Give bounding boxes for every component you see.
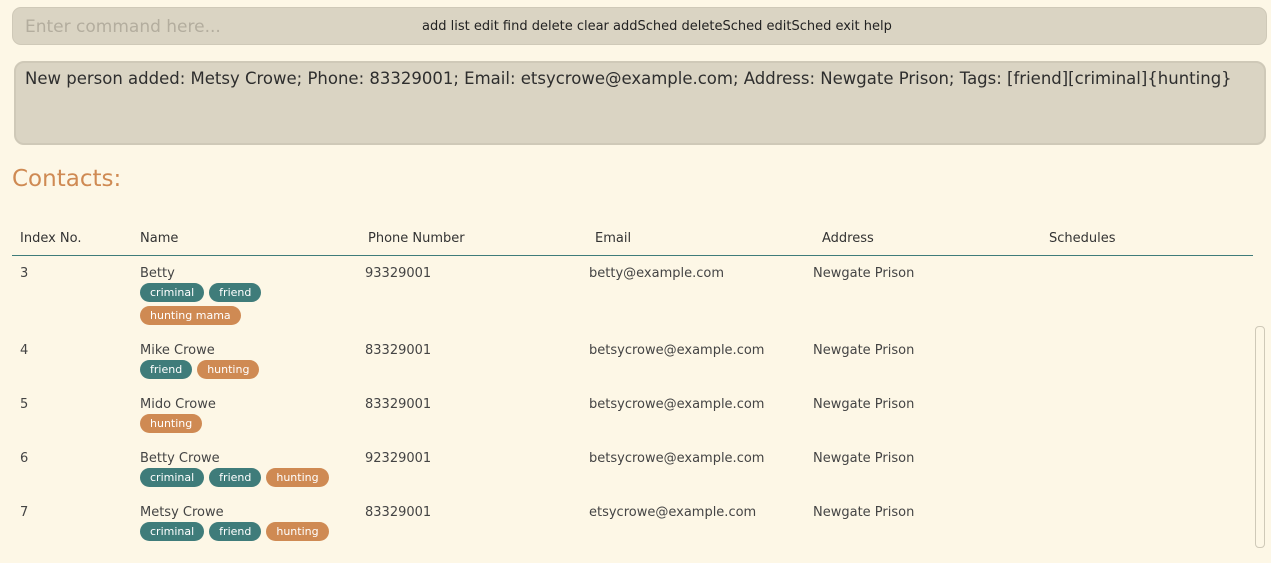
column-header-address[interactable]: Address (822, 231, 874, 246)
scrollbar-thumb[interactable] (1255, 326, 1265, 548)
cell-index: 7 (20, 505, 29, 520)
tag: friend (140, 360, 193, 379)
tag-list: hunting (140, 414, 360, 437)
cell-phone: 83329001 (365, 343, 432, 358)
cell-name: Mike Crowe (140, 343, 215, 358)
command-hints: add list edit find delete clear addSched… (422, 19, 892, 34)
cell-email: etsycrowe@example.com (589, 505, 757, 520)
tag: criminal (140, 522, 205, 541)
cell-name: Betty (140, 266, 175, 281)
scrollbar[interactable] (1253, 256, 1266, 548)
tag-list: criminal friend hunting (140, 468, 360, 491)
tag: hunting (266, 468, 329, 487)
cell-address: Newgate Prison (813, 505, 915, 520)
cell-phone: 83329001 (365, 505, 432, 520)
cell-email: betsycrowe@example.com (589, 343, 765, 358)
cell-name: Metsy Crowe (140, 505, 224, 520)
tag: criminal (140, 468, 205, 487)
cell-email: betsycrowe@example.com (589, 397, 765, 412)
tag-list: criminal friend hunting mama (140, 283, 360, 329)
tag: hunting (140, 414, 203, 433)
tag: friend (209, 283, 262, 302)
tag-list: friend hunting (140, 360, 360, 383)
tag: friend (209, 522, 262, 541)
column-header-index[interactable]: Index No. (20, 231, 82, 246)
cell-index: 5 (20, 397, 29, 412)
command-box: add list edit find delete clear addSched… (12, 7, 1267, 45)
tag: hunting mama (140, 306, 241, 325)
cell-address: Newgate Prison (813, 397, 915, 412)
tag-list: criminal friend hunting (140, 522, 360, 545)
command-input[interactable] (25, 16, 405, 38)
cell-index: 4 (20, 343, 29, 358)
cell-email: betsycrowe@example.com (589, 451, 765, 466)
tag: hunting (266, 522, 329, 541)
cell-index: 6 (20, 451, 29, 466)
tag: hunting (197, 360, 260, 379)
column-header-phone[interactable]: Phone Number (368, 231, 465, 246)
cell-address: Newgate Prison (813, 343, 915, 358)
cell-index: 3 (20, 266, 29, 281)
cell-address: Newgate Prison (813, 451, 915, 466)
result-display[interactable]: New person added: Metsy Crowe; Phone: 83… (14, 61, 1266, 145)
column-header-name[interactable]: Name (140, 231, 178, 246)
cell-email: betty@example.com (589, 266, 724, 281)
result-text: New person added: Metsy Crowe; Phone: 83… (25, 69, 1232, 88)
column-header-schedules[interactable]: Schedules (1049, 231, 1116, 246)
column-header-email[interactable]: Email (595, 231, 631, 246)
cell-name: Betty Crowe (140, 451, 220, 466)
contacts-table: Index No. Name Phone Number Email Addres… (12, 226, 1253, 546)
contacts-title: Contacts: (12, 166, 122, 192)
table-header: Index No. Name Phone Number Email Addres… (12, 226, 1253, 256)
tag: criminal (140, 283, 205, 302)
tag: friend (209, 468, 262, 487)
cell-name: Mido Crowe (140, 397, 216, 412)
cell-phone: 83329001 (365, 397, 432, 412)
cell-address: Newgate Prison (813, 266, 915, 281)
cell-phone: 92329001 (365, 451, 432, 466)
cell-phone: 93329001 (365, 266, 432, 281)
